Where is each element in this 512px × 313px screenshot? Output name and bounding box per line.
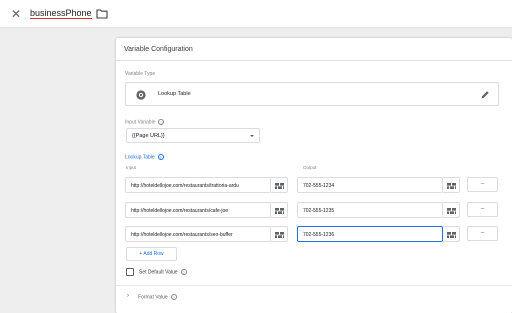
format-value-text: Format Value — [138, 294, 168, 301]
row-input-field[interactable]: http://hoteldellojoe.com/restaurants/tra… — [125, 177, 271, 193]
variable-title[interactable]: businessPhone — [30, 8, 92, 19]
variable-configuration-panel: Variable Configuration Variable Type Loo… — [116, 38, 512, 313]
variable-type-name: Lookup Table — [158, 91, 191, 97]
variable-name[interactable]: businessPhone — [30, 8, 92, 19]
input-variable-select[interactable]: {{Page URL}} — [126, 128, 260, 143]
input-column-header: Input — [126, 165, 137, 170]
set-default-value-label: Set Default Value? — [139, 269, 187, 275]
panel-divider — [116, 60, 512, 61]
input-variable-label-text: Input Variable — [125, 119, 156, 126]
format-value-toggle[interactable]: Format Value? — [138, 294, 177, 300]
brick-icon — [275, 232, 284, 238]
pencil-icon[interactable] — [480, 90, 490, 100]
brick-icon — [275, 183, 284, 189]
row-output-field[interactable]: 702-555-1235 — [297, 202, 443, 218]
help-icon[interactable]: ? — [158, 119, 165, 125]
gear-icon — [136, 90, 146, 100]
variable-type-label: Variable Type — [125, 71, 156, 77]
variable-picker-button[interactable] — [271, 202, 288, 218]
top-bar: ✕ businessPhone — [0, 0, 512, 28]
brick-icon — [447, 208, 456, 214]
lookup-table-label: Lookup Table? — [125, 154, 164, 160]
chevron-right-icon[interactable]: › — [127, 293, 129, 299]
remove-row-button[interactable]: – — [467, 226, 498, 241]
variable-picker-button[interactable] — [271, 226, 288, 242]
remove-row-button[interactable]: – — [467, 177, 498, 192]
table-row: http://hoteldellojoe.com/restaurants/seo… — [125, 226, 505, 242]
variable-picker-button[interactable] — [443, 202, 460, 218]
close-icon[interactable]: ✕ — [9, 7, 23, 21]
variable-picker-button[interactable] — [443, 177, 460, 193]
set-default-value-checkbox[interactable] — [126, 268, 134, 276]
help-icon[interactable]: ? — [157, 154, 164, 160]
row-output-field[interactable]: 702-555-1234 — [297, 177, 443, 193]
input-variable-label: Input Variable? — [125, 119, 165, 126]
table-row: http://hoteldellojoe.com/restaurants/caf… — [125, 202, 505, 218]
table-row: http://hoteldellojoe.com/restaurants/tra… — [125, 177, 505, 193]
add-row-button[interactable]: + Add Row — [126, 247, 177, 261]
row-input-field[interactable]: http://hoteldellojoe.com/restaurants/caf… — [125, 202, 271, 218]
brick-icon — [447, 232, 456, 238]
chevron-down-icon — [250, 135, 254, 137]
variable-type-card[interactable]: Lookup Table — [125, 82, 499, 106]
set-default-value-text: Set Default Value — [139, 269, 178, 276]
output-column-header: Output — [303, 165, 317, 170]
brick-icon — [447, 183, 456, 189]
lookup-table-label-text: Lookup Table — [125, 154, 155, 161]
input-variable-value: {{Page URL}} — [132, 133, 165, 139]
folder-icon[interactable] — [96, 8, 108, 19]
variable-picker-button[interactable] — [443, 226, 460, 242]
section-divider — [116, 285, 512, 286]
help-icon[interactable]: ? — [180, 269, 187, 275]
panel-title: Variable Configuration — [124, 46, 193, 53]
help-icon[interactable]: ? — [170, 294, 177, 300]
brick-icon — [275, 208, 284, 214]
row-output-field[interactable]: 702-555-1236 — [297, 226, 443, 242]
remove-row-button[interactable]: – — [467, 202, 498, 217]
variable-picker-button[interactable] — [271, 177, 288, 193]
row-input-field[interactable]: http://hoteldellojoe.com/restaurants/seo… — [125, 226, 271, 242]
